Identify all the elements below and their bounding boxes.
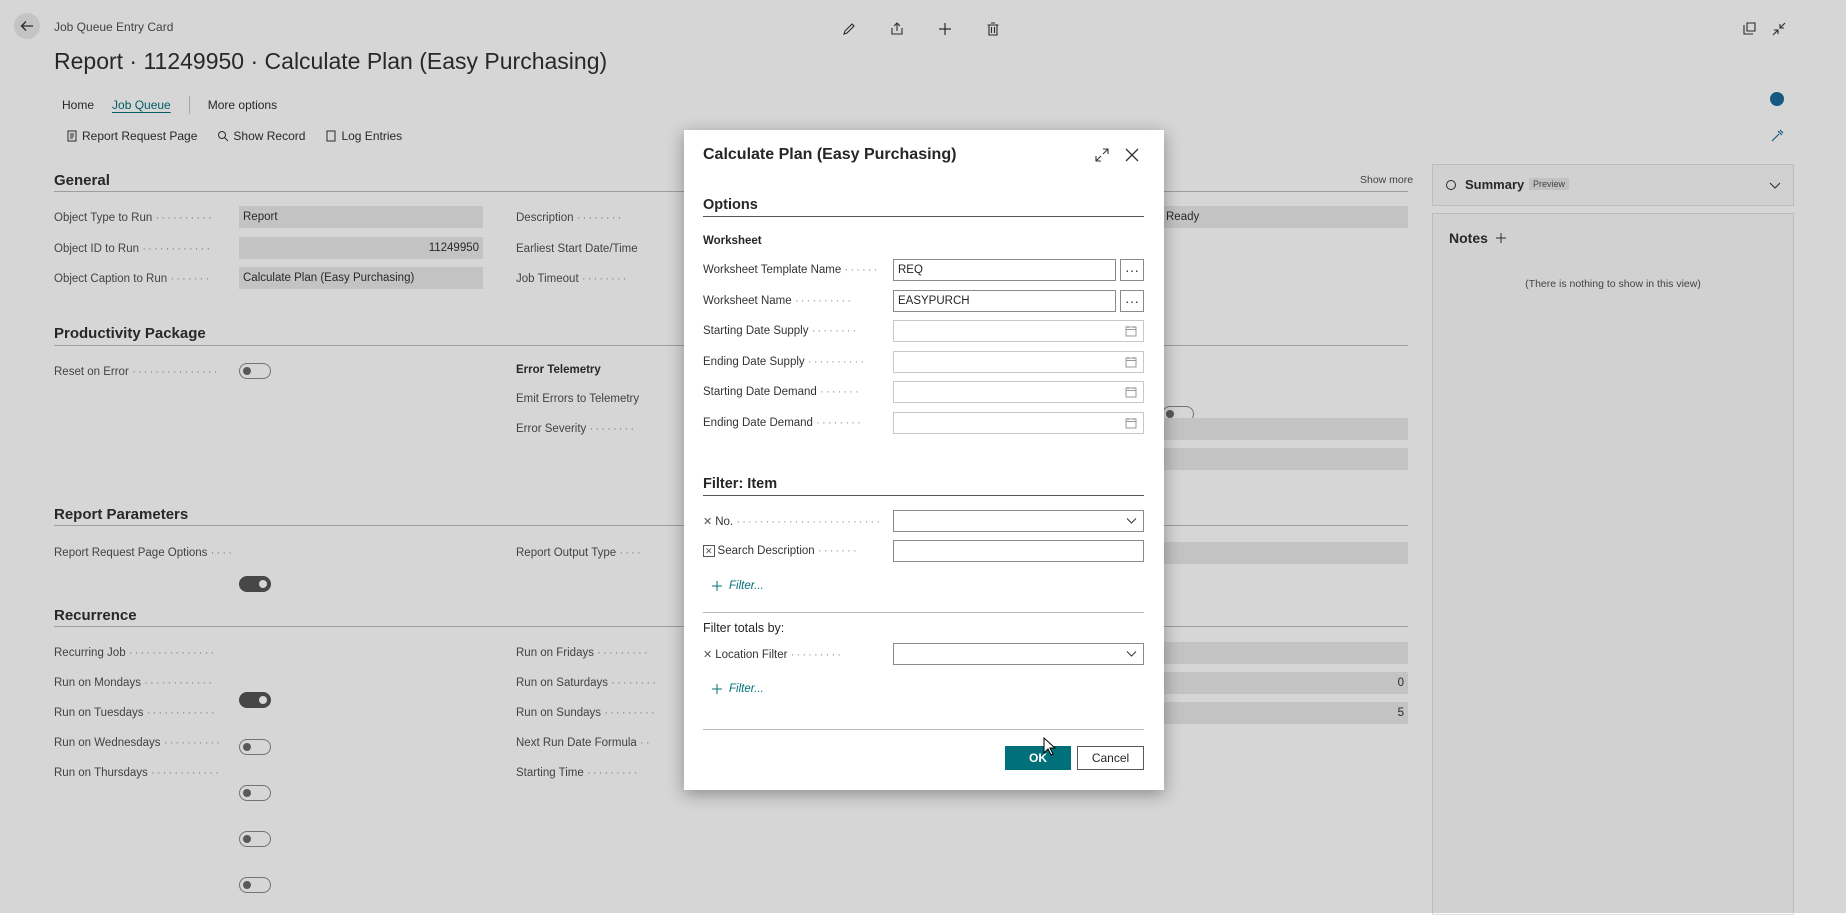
worksheet-name-lookup-button[interactable]: ··· <box>1120 290 1144 312</box>
location-filter-label: ✕ Location Filter ········· <box>703 649 844 661</box>
calendar-icon[interactable] <box>1125 356 1137 368</box>
remove-filter-icon[interactable]: ✕ <box>703 649 712 661</box>
calendar-icon[interactable] <box>1125 386 1137 398</box>
expand-icon[interactable] <box>1091 144 1113 166</box>
close-icon[interactable] <box>1121 144 1143 166</box>
location-filter-select[interactable] <box>893 643 1144 665</box>
start-supply-label: Starting Date Supply ········ <box>703 325 859 337</box>
filter-item-section-title: Filter: Item <box>703 476 778 492</box>
options-section-title: Options <box>703 197 758 213</box>
mouse-cursor-icon <box>1043 737 1057 756</box>
remove-filter-icon[interactable]: ✕ <box>703 516 712 528</box>
calendar-icon[interactable] <box>1125 417 1137 429</box>
filter-totals-title: Filter totals by: <box>703 621 785 635</box>
worksheet-name-label: Worksheet Name ·········· <box>703 295 854 307</box>
end-demand-input[interactable] <box>893 412 1144 434</box>
remove-filter-icon[interactable]: ✕ <box>703 545 715 557</box>
filter-item-divider <box>703 495 1144 496</box>
worksheet-subtitle: Worksheet <box>703 235 762 247</box>
worksheet-name-input[interactable]: EASYPURCH <box>893 290 1116 312</box>
search-desc-filter-input[interactable] <box>893 540 1144 562</box>
search-desc-filter-label: ✕ Search Description ······· <box>703 545 859 557</box>
chevron-down-icon <box>1126 518 1137 524</box>
ok-button[interactable]: OK <box>1005 746 1071 770</box>
calculate-plan-dialog: Calculate Plan (Easy Purchasing) Options… <box>684 130 1164 790</box>
footer-divider <box>703 729 1144 730</box>
cancel-button[interactable]: Cancel <box>1077 746 1144 770</box>
template-name-label: Worksheet Template Name ······ <box>703 264 880 276</box>
end-supply-label: Ending Date Supply ·········· <box>703 356 867 368</box>
end-demand-label: Ending Date Demand ········ <box>703 417 863 429</box>
start-demand-input[interactable] <box>893 381 1144 403</box>
template-name-input[interactable]: REQ <box>893 259 1116 281</box>
no-filter-label: ✕ No. ························· <box>703 516 883 528</box>
end-supply-input[interactable] <box>893 351 1144 373</box>
template-name-lookup-button[interactable]: ··· <box>1120 259 1144 281</box>
filter-totals-divider <box>703 612 1144 613</box>
plus-icon <box>712 581 722 591</box>
options-divider <box>703 216 1144 217</box>
add-totals-filter-link[interactable]: Filter... <box>711 683 764 695</box>
no-filter-select[interactable] <box>893 510 1144 532</box>
plus-icon <box>712 684 722 694</box>
chevron-down-icon <box>1126 651 1137 657</box>
start-demand-label: Starting Date Demand ······· <box>703 386 861 398</box>
dialog-title: Calculate Plan (Easy Purchasing) <box>703 146 957 163</box>
add-item-filter-link[interactable]: Filter... <box>711 580 764 592</box>
calendar-icon[interactable] <box>1125 325 1137 337</box>
start-supply-input[interactable] <box>893 320 1144 342</box>
